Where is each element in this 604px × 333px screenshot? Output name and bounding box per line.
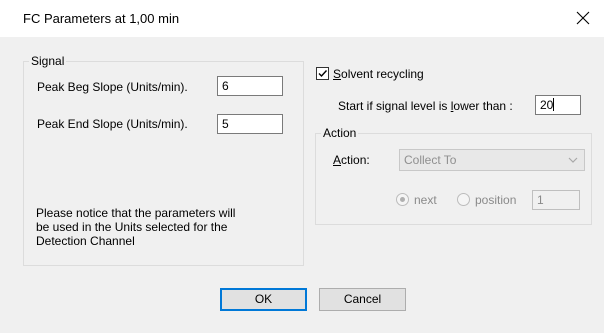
solvent-recycling-label-rest: olvent recycling: [341, 67, 424, 81]
action-select-value: Collect To: [404, 153, 457, 167]
solvent-recycling-checkbox[interactable]: [316, 67, 329, 80]
action-label-accel: A: [333, 153, 342, 167]
solvent-recycling-accel: S: [333, 67, 342, 81]
action-group: [315, 133, 592, 225]
start-threshold-label-post: ower than :: [453, 99, 513, 113]
radio-position[interactable]: [457, 193, 470, 206]
fc-parameters-dialog: FC Parameters at 1,00 min Signal Peak Be…: [0, 0, 604, 333]
notice-line-3: Detection Channel: [36, 234, 135, 248]
signal-group-label: Signal: [29, 54, 67, 68]
peak-beg-slope-label: Peak Beg Slope (Units/min).: [37, 80, 188, 94]
peak-end-slope-value: 5: [222, 117, 229, 131]
start-threshold-value: 20: [540, 98, 554, 112]
chevron-down-icon: [568, 157, 578, 163]
peak-end-slope-label: Peak End Slope (Units/min).: [37, 117, 188, 131]
radio-next-dot: [400, 197, 405, 202]
ok-button[interactable]: OK: [220, 288, 307, 311]
action-label: Action:: [333, 153, 370, 167]
close-button[interactable]: [568, 4, 598, 32]
action-group-label: Action: [321, 126, 359, 140]
peak-end-slope-input[interactable]: 5: [217, 114, 283, 134]
action-label-rest: ction:: [341, 153, 370, 167]
close-icon: [576, 11, 590, 25]
title-bar: FC Parameters at 1,00 min: [0, 0, 604, 37]
start-threshold-input[interactable]: 20: [535, 95, 581, 115]
position-value: 1: [537, 193, 544, 207]
cancel-button[interactable]: Cancel: [319, 288, 406, 311]
notice-line-2: be used in the Units selected for the: [36, 220, 228, 234]
text-caret: [553, 98, 555, 111]
peak-beg-slope-input[interactable]: 6: [217, 76, 283, 96]
peak-beg-slope-value: 6: [222, 79, 229, 93]
radio-next-label: next: [414, 193, 437, 207]
solvent-recycling-label[interactable]: Solvent recycling: [333, 67, 424, 81]
position-input[interactable]: 1: [532, 190, 580, 210]
start-threshold-label-pre: Start if signal level is: [338, 99, 451, 113]
notice-line-1: Please notice that the parameters will: [36, 206, 236, 220]
action-select[interactable]: Collect To: [399, 149, 585, 171]
radio-position-label: position: [475, 193, 517, 207]
start-threshold-label: Start if signal level is lower than :: [338, 99, 513, 113]
window-title: FC Parameters at 1,00 min: [23, 11, 180, 26]
checkmark-icon: [318, 70, 328, 78]
radio-next[interactable]: [396, 193, 409, 206]
